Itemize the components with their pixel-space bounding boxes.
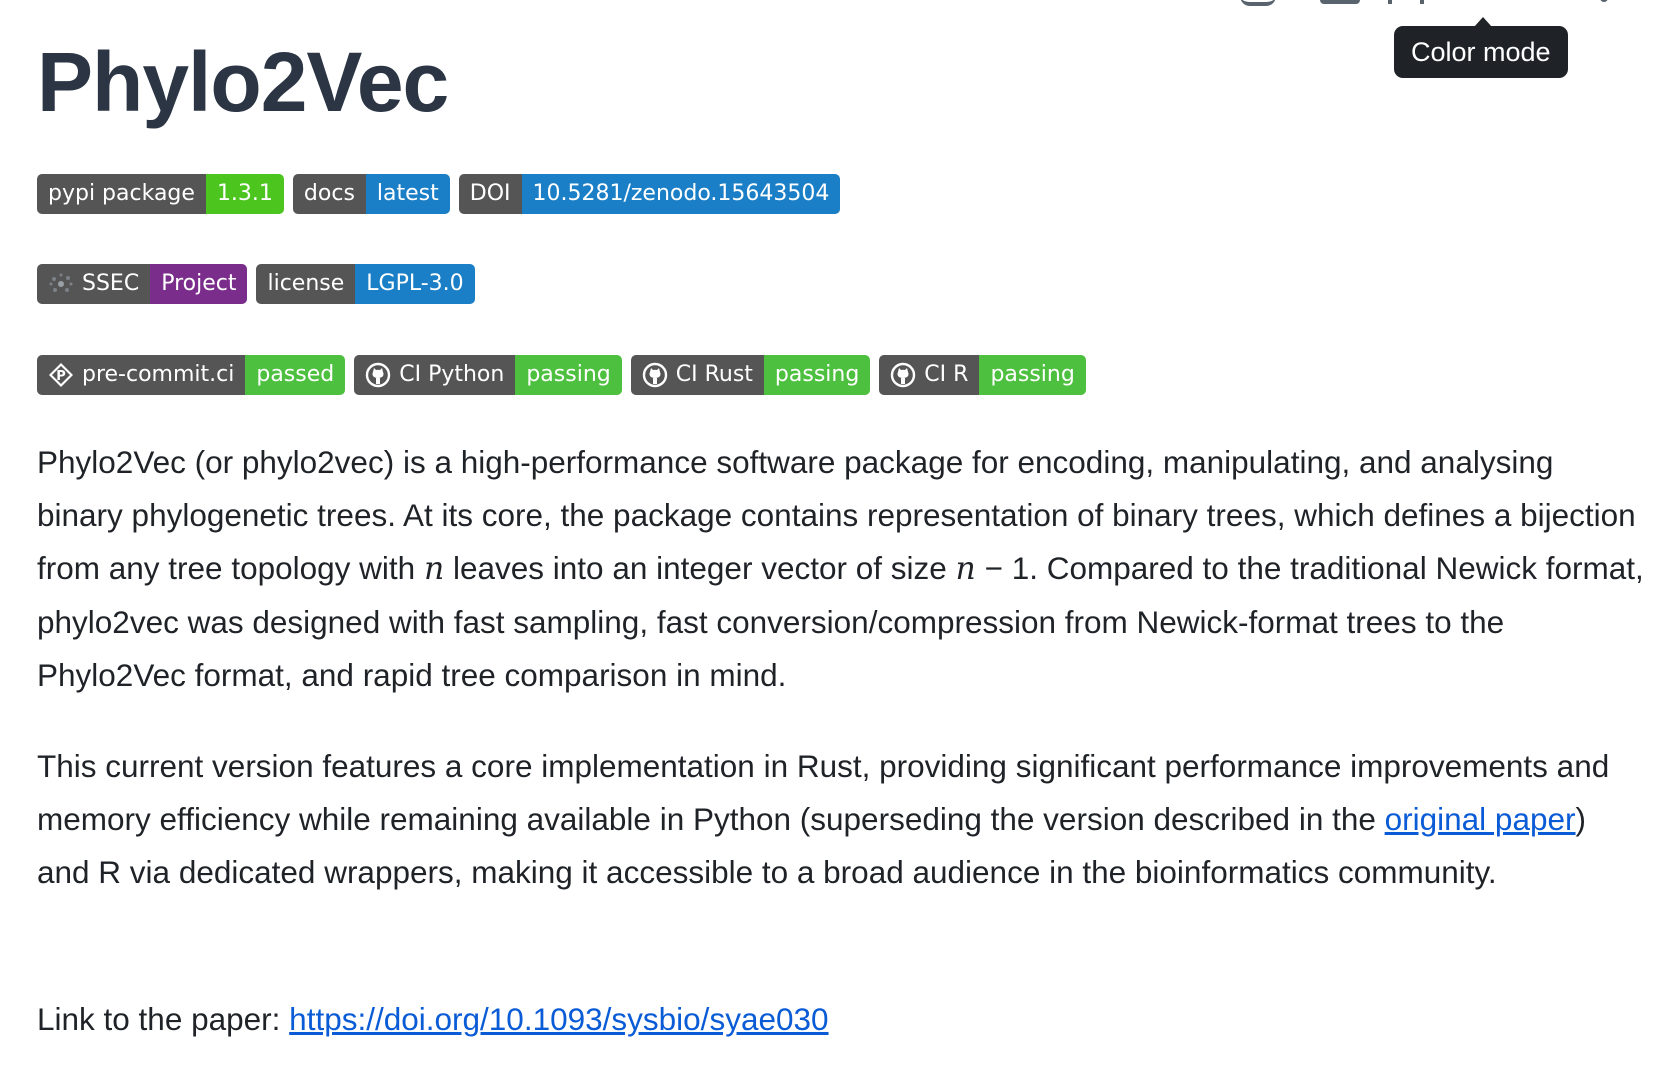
doi-link[interactable]: https://doi.org/10.1093/sysbio/syae030 xyxy=(289,1001,828,1037)
badge-label-group: CI Python xyxy=(354,355,516,395)
badge-value: LGPL-3.0 xyxy=(355,264,475,304)
badge-label-group: CI R xyxy=(879,355,980,395)
dot-icon[interactable] xyxy=(1600,0,1608,2)
color-mode-tooltip: Color mode xyxy=(1394,17,1568,78)
badge-value: Project xyxy=(150,264,248,304)
ssec-logo-icon xyxy=(48,271,74,297)
badge-label: SSEC xyxy=(82,271,140,296)
intro-text-b: leaves into an integer vector of size xyxy=(444,550,956,586)
badge-value: latest xyxy=(365,174,450,214)
badge-value: passed xyxy=(245,355,346,395)
ci-python-badge[interactable]: CI Python passing xyxy=(354,355,622,395)
badge-label: CI Rust xyxy=(675,362,753,387)
pre-commit-icon: P xyxy=(48,362,74,388)
pypi-badge[interactable]: pypi package 1.3.1 xyxy=(37,174,284,214)
paper-link-label: Link to the paper: xyxy=(37,1001,290,1037)
github-icon xyxy=(890,362,916,388)
badge-row-2: SSEC Project license LGPL-3.0 xyxy=(37,264,475,304)
pre-commit-badge[interactable]: P pre-commit.ci passed xyxy=(37,355,346,395)
math-n: n xyxy=(423,551,445,587)
ci-rust-badge[interactable]: CI Rust passing xyxy=(630,355,871,395)
doi-badge[interactable]: DOI 10.5281/zenodo.15643504 xyxy=(458,174,841,214)
badge-value: 10.5281/zenodo.15643504 xyxy=(521,174,841,214)
badge-label: license xyxy=(256,264,356,304)
paper-link-paragraph: Link to the paper: https://doi.org/10.10… xyxy=(37,993,1647,1046)
ssec-badge[interactable]: SSEC Project xyxy=(37,264,248,304)
badge-row-3: P pre-commit.ci passed CI Python passing xyxy=(37,355,1086,395)
badge-label: pypi package xyxy=(37,174,206,214)
badge-label-group: P pre-commit.ci xyxy=(37,355,246,395)
badge-value: passing xyxy=(763,355,871,395)
original-paper-link[interactable]: original paper xyxy=(1385,801,1576,837)
badge-label: DOI xyxy=(458,174,522,214)
rust-paragraph: This current version features a core imp… xyxy=(37,740,1647,899)
badge-value: passing xyxy=(979,355,1086,395)
badge-value: 1.3.1 xyxy=(205,174,284,214)
badge-label-group: CI Rust xyxy=(630,355,764,395)
badge-label-group: SSEC xyxy=(37,264,151,304)
svg-text:P: P xyxy=(56,369,66,384)
badge-label: CI R xyxy=(924,362,969,387)
rust-text-a: This current version features a core imp… xyxy=(37,748,1610,837)
badge-label: pre-commit.ci xyxy=(82,362,235,387)
ci-r-badge[interactable]: CI R passing xyxy=(879,355,1086,395)
page-title: Phylo2Vec xyxy=(37,35,449,129)
github-icon xyxy=(365,362,391,388)
badge-label: docs xyxy=(292,174,366,214)
docs-badge[interactable]: docs latest xyxy=(292,174,450,214)
code-icon[interactable] xyxy=(1240,0,1276,6)
license-badge[interactable]: license LGPL-3.0 xyxy=(256,264,475,304)
github-icon xyxy=(642,362,668,388)
math-n: n xyxy=(955,551,976,587)
badge-row-1: pypi package 1.3.1 docs latest DOI 10.52… xyxy=(37,174,841,214)
bracket-icon[interactable] xyxy=(1388,0,1424,4)
badge-value: passing xyxy=(515,355,622,395)
badge-label: CI Python xyxy=(399,362,505,387)
square-icon[interactable] xyxy=(1320,0,1360,4)
intro-paragraph: Phylo2Vec (or phylo2vec) is a high-perfo… xyxy=(37,436,1647,702)
